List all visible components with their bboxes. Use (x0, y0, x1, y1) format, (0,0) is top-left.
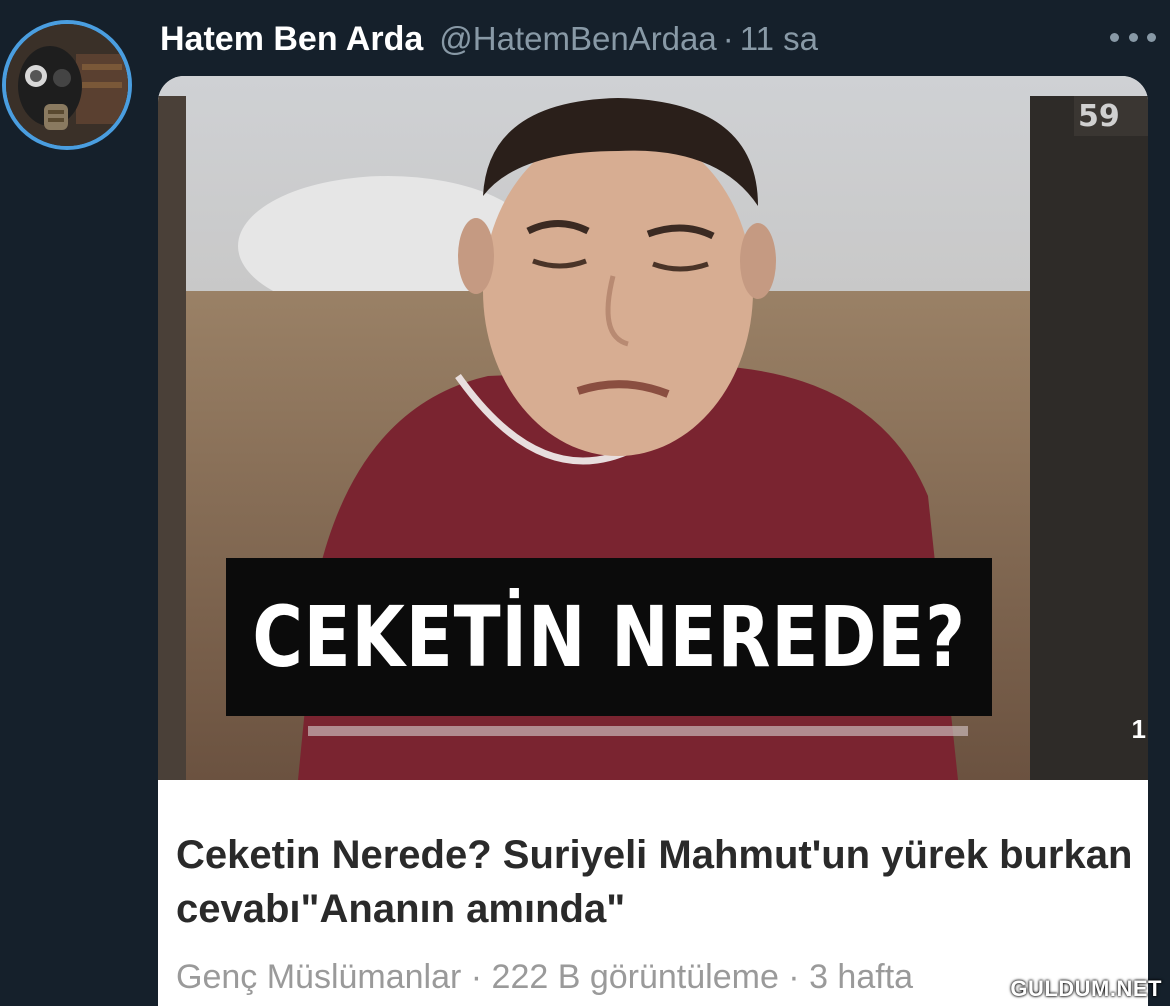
preview-image: 59 CEKETİN NEREDE? 1 (158, 76, 1148, 780)
more-horizontal-icon[interactable] (1110, 22, 1156, 52)
tweet-header: Hatem Ben Arda @HatemBenArdaa · 11 sa (160, 14, 818, 64)
gas-mask-avatar-icon (6, 24, 128, 146)
article-meta: Genç Müslümanlar · 222 B görüntüleme · 3… (176, 958, 914, 996)
watermark: GULDUM.NET (1010, 976, 1162, 1001)
image-caption: CEKETİN NEREDE? (252, 588, 966, 686)
link-preview-card[interactable]: 59 CEKETİN NEREDE? 1 Ceketin Nerede? Sur… (158, 76, 1148, 1006)
card-info: Ceketin Nerede? Suriyeli Mahmut'un yürek… (158, 780, 1148, 1006)
image-caption-box: CEKETİN NEREDE? (226, 558, 992, 716)
avatar[interactable] (2, 20, 132, 150)
separator: · (722, 20, 734, 57)
article-title[interactable]: Ceketin Nerede? Suriyeli Mahmut'un yürek… (176, 828, 1136, 936)
timestamp[interactable]: 11 sa (740, 20, 818, 58)
svg-text:59: 59 (1078, 99, 1120, 134)
user-handle[interactable]: @HatemBenArdaa (439, 20, 716, 58)
display-name[interactable]: Hatem Ben Arda (160, 20, 423, 59)
image-corner-number: 1 (1131, 714, 1146, 744)
